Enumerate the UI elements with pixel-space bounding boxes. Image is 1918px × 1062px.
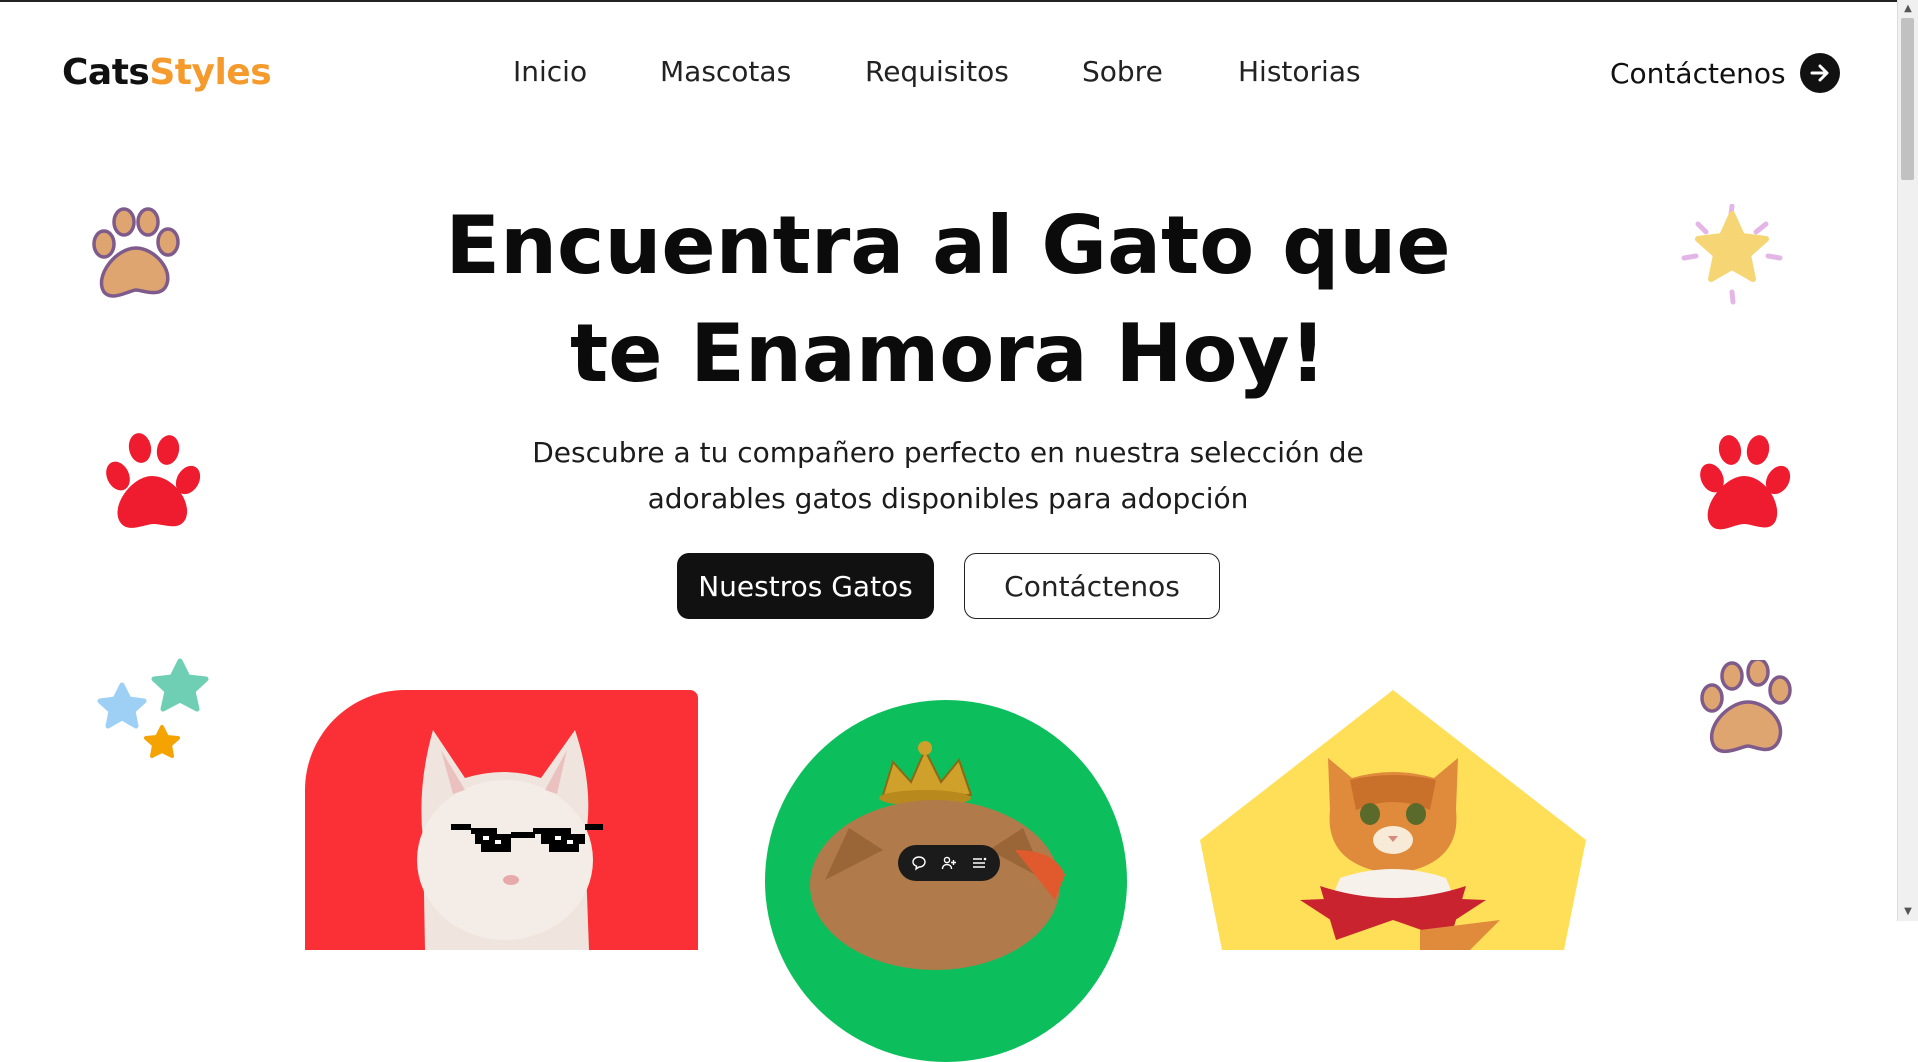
nav-historias[interactable]: Historias bbox=[1238, 55, 1361, 88]
nav-mascotas[interactable]: Mascotas bbox=[660, 55, 791, 88]
window-top-border bbox=[0, 0, 1918, 2]
paw-print-icon bbox=[106, 433, 201, 528]
header-contact-label: Contáctenos bbox=[1610, 56, 1786, 90]
paw-print-icon bbox=[1700, 660, 1792, 754]
our-cats-button[interactable]: Nuestros Gatos bbox=[677, 553, 934, 619]
nav-inicio[interactable]: Inicio bbox=[513, 55, 587, 88]
list-icon[interactable] bbox=[968, 852, 990, 874]
star-icon bbox=[1681, 204, 1783, 305]
header-contact-link[interactable]: Contáctenos bbox=[1610, 53, 1840, 93]
brand-logo[interactable]: CatsStyles bbox=[62, 52, 272, 93]
scrollbar-thumb[interactable] bbox=[1901, 18, 1914, 180]
cat-card-bandana[interactable] bbox=[1200, 690, 1586, 950]
brand-name-part1: Cats bbox=[62, 52, 150, 93]
stars-icon bbox=[97, 658, 209, 758]
nav-requisitos[interactable]: Requisitos bbox=[865, 55, 1009, 88]
floating-toolbar bbox=[898, 845, 1000, 881]
hero-title-line2: te Enamora Hoy! bbox=[569, 307, 1327, 400]
paw-print-icon bbox=[1700, 435, 1791, 530]
nav-sobre[interactable]: Sobre bbox=[1082, 55, 1163, 88]
scroll-up-arrow-icon[interactable]: ▲ bbox=[1902, 3, 1914, 15]
hero-title: Encuentra al Gato que te Enamora Hoy! bbox=[0, 192, 1896, 408]
brand-name-part2: Styles bbox=[149, 52, 272, 93]
cat-sunglasses-image bbox=[417, 730, 603, 950]
cat-card-sunglasses[interactable] bbox=[305, 690, 698, 950]
paw-print-icon bbox=[92, 207, 180, 298]
arrow-right-icon bbox=[1799, 53, 1840, 93]
comment-icon[interactable] bbox=[908, 852, 930, 874]
scroll-down-arrow-icon[interactable]: ▼ bbox=[1902, 906, 1914, 918]
hero-subtitle: Descubre a tu compañero perfecto en nues… bbox=[532, 436, 1364, 515]
hero-title-line1: Encuentra al Gato que bbox=[445, 199, 1451, 292]
page-scrollbar[interactable]: ▲ ▼ bbox=[1897, 0, 1918, 921]
contact-button[interactable]: Contáctenos bbox=[964, 553, 1220, 619]
cat-card-crown[interactable] bbox=[765, 700, 1127, 1062]
add-user-icon[interactable] bbox=[938, 852, 960, 874]
cat-crown-image bbox=[810, 741, 1065, 970]
